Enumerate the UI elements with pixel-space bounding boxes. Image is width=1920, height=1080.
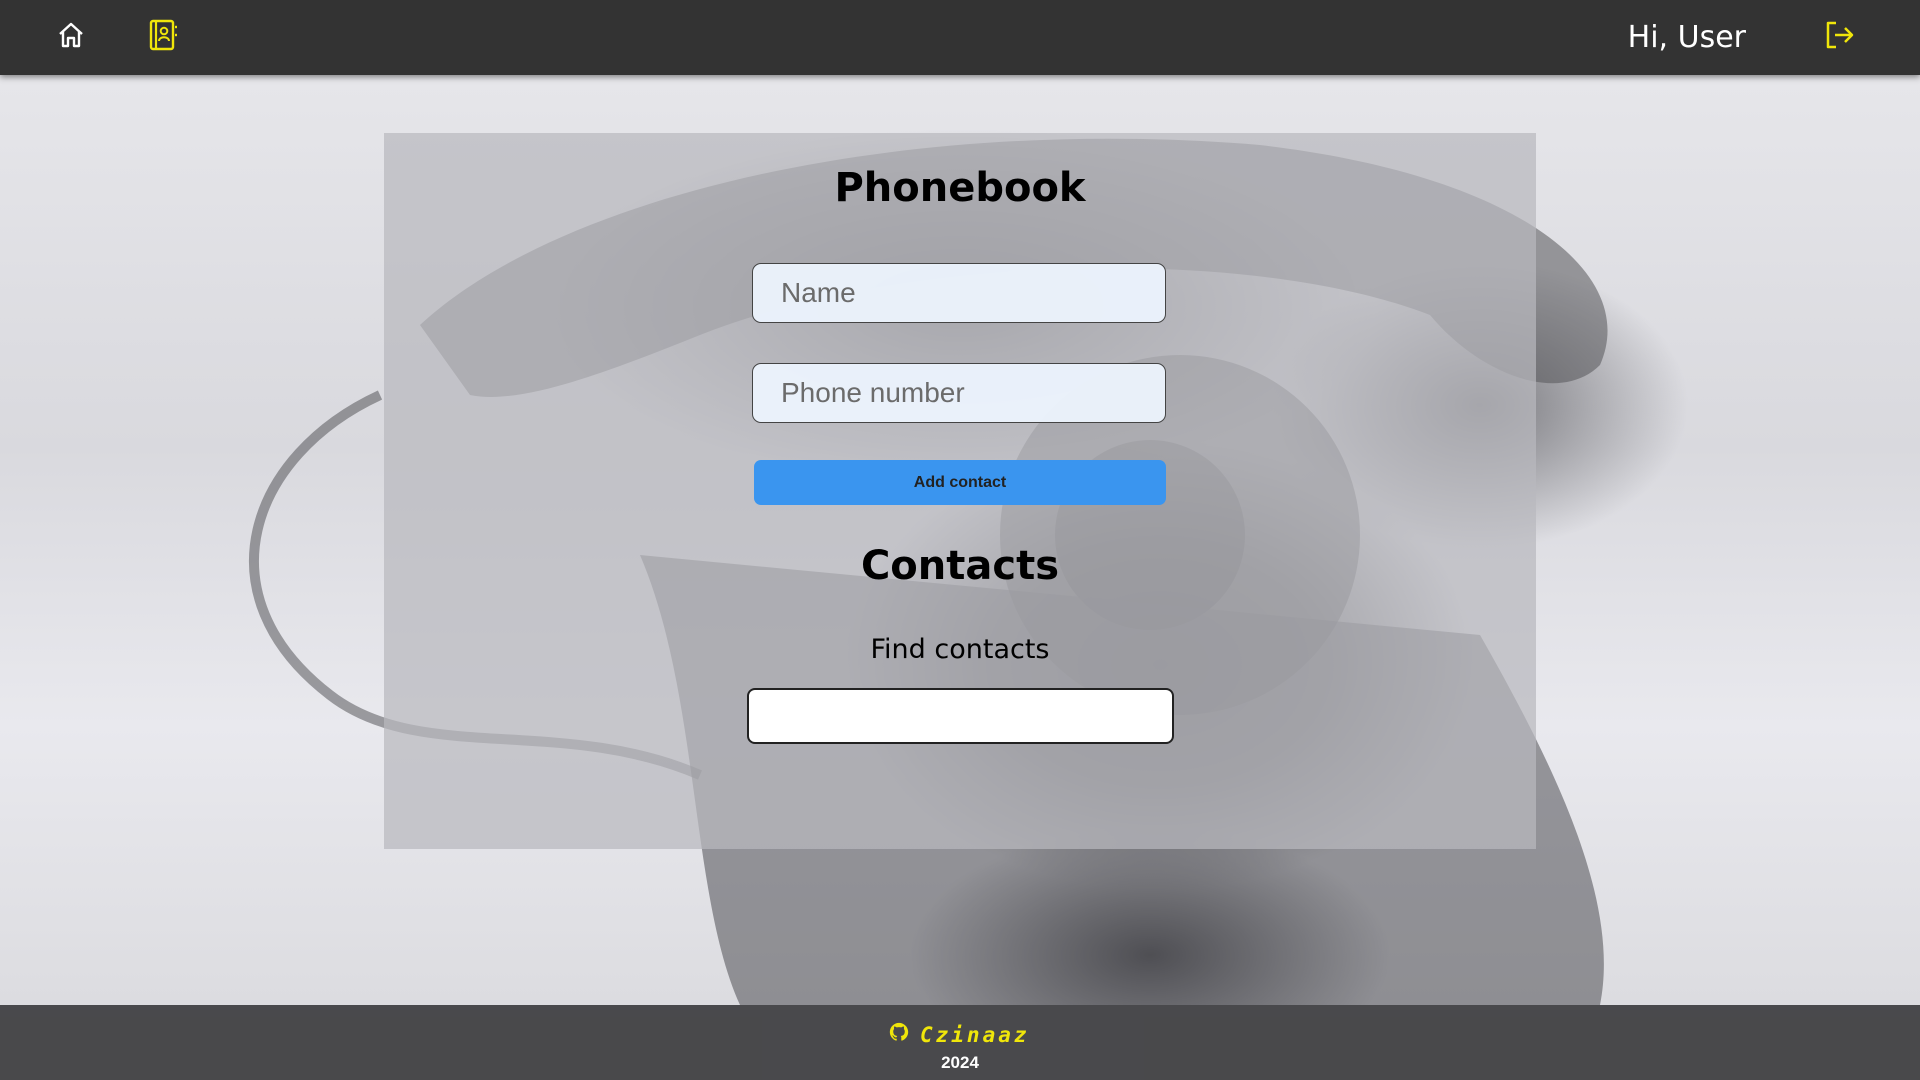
- logout-button[interactable]: [1816, 14, 1862, 60]
- author-name: Czinaaz: [920, 1022, 1030, 1047]
- contacts-button[interactable]: [140, 14, 186, 60]
- user-greeting: Hi, User: [1627, 20, 1746, 55]
- footer: Czinaaz 2024: [0, 1005, 1920, 1080]
- home-button[interactable]: [48, 14, 94, 60]
- name-input[interactable]: [752, 263, 1166, 323]
- contacts-heading: Contacts: [860, 543, 1060, 589]
- github-icon: [888, 1021, 910, 1048]
- home-icon: [55, 19, 87, 56]
- add-contact-button[interactable]: Add contact: [754, 460, 1166, 505]
- find-contacts-label: Find contacts: [870, 634, 1050, 665]
- phonebook-panel: Phonebook Add contact Contacts Find cont…: [384, 133, 1536, 849]
- find-contacts-input[interactable]: [747, 688, 1174, 744]
- contacts-book-icon: [146, 18, 180, 57]
- top-navigation-bar: Hi, User: [0, 0, 1920, 75]
- phone-number-input[interactable]: [752, 363, 1166, 423]
- github-link[interactable]: Czinaaz: [888, 1021, 1030, 1048]
- page-title: Phonebook: [834, 165, 1086, 211]
- logout-icon: [1822, 18, 1856, 57]
- copyright-year: 2024: [941, 1053, 979, 1072]
